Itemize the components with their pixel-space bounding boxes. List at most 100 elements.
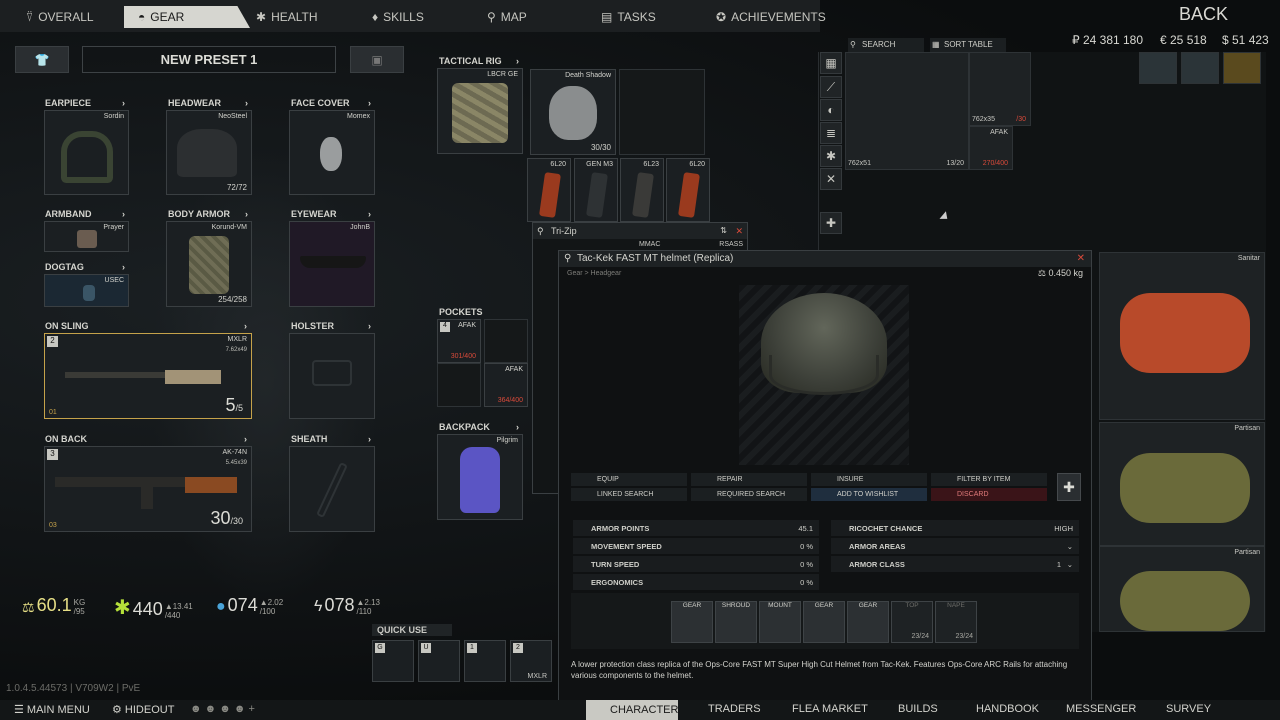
quick-slot-u[interactable]: U bbox=[418, 640, 460, 682]
mod-slot-top[interactable]: TOP 23/24 bbox=[891, 601, 933, 643]
sheath-slot[interactable] bbox=[289, 446, 375, 532]
filter-ammo-icon[interactable]: ≣ bbox=[820, 122, 842, 144]
holster-slot[interactable] bbox=[289, 333, 375, 419]
save-preset-button[interactable]: ▣ bbox=[350, 46, 404, 73]
on-sling-slot[interactable]: 2 MXLR 7.62x49 01 5/5 bbox=[44, 333, 252, 419]
discard-button[interactable]: DISCARD bbox=[931, 488, 1047, 501]
body-armor-slot[interactable]: Korund-VM 254/258 bbox=[166, 221, 252, 307]
mod-slot-gear-3[interactable]: GEAR bbox=[847, 601, 889, 643]
quick-slot-1[interactable]: 1 bbox=[464, 640, 506, 682]
chevron-down-icon[interactable]: ⌄ bbox=[1067, 560, 1073, 569]
rig-item-death-shadow[interactable]: Death Shadow 30/30 bbox=[530, 69, 616, 155]
mod-builder-icon[interactable]: ✚ bbox=[1057, 473, 1081, 501]
filter-barter-icon[interactable]: ✕ bbox=[820, 168, 842, 190]
mod-slot-mount[interactable]: MOUNT bbox=[759, 601, 801, 643]
pocket-1[interactable]: 4 AFAK 301/400 bbox=[437, 319, 481, 363]
sort-icon[interactable]: ⇅ bbox=[720, 223, 727, 239]
knife-placeholder-icon bbox=[316, 462, 348, 518]
prop-armor-class[interactable]: ARMOR CLASS 1 ⌄ bbox=[831, 556, 1079, 572]
tab-tasks[interactable]: ▤ TASKS bbox=[601, 6, 656, 28]
filter-mods-icon[interactable]: ✚ bbox=[820, 212, 842, 234]
armband-image bbox=[77, 230, 97, 248]
dogtag-slot[interactable]: USEC bbox=[44, 274, 129, 307]
stash-item-small-1[interactable] bbox=[1139, 52, 1177, 84]
rig-mag-1[interactable]: 6L20 bbox=[527, 158, 571, 222]
mod-slot-gear-1[interactable]: GEAR bbox=[671, 601, 713, 643]
rifle-magazine-image bbox=[141, 487, 153, 509]
insure-button[interactable]: INSURE bbox=[811, 473, 927, 486]
item-preview[interactable] bbox=[739, 285, 909, 465]
prop-armor-areas[interactable]: ARMOR AREAS ⌄ bbox=[831, 538, 1079, 554]
rifle-wood-stock-image bbox=[185, 477, 237, 493]
pocket-4[interactable]: AFAK 364/400 bbox=[484, 363, 528, 407]
mod-slot-shroud[interactable]: SHROUD bbox=[715, 601, 757, 643]
preset-name[interactable]: NEW PRESET 1 bbox=[82, 46, 336, 73]
messenger-button[interactable]: MESSENGER bbox=[1066, 703, 1136, 715]
gear-screen: ⍢ OVERALL ◓ GEAR ✱ HEALTH ♦ SKILLS ⚲ MAP ▤ TAS… bbox=[0, 0, 1280, 720]
earpiece-slot[interactable]: Sordin bbox=[44, 110, 129, 195]
required-search-button[interactable]: REQUIRED SEARCH bbox=[691, 488, 807, 501]
survey-button[interactable]: SURVEY bbox=[1166, 703, 1211, 715]
traders-button[interactable]: TRADERS bbox=[708, 703, 761, 715]
stash-item-sanitar-bag[interactable]: Sanitar bbox=[1099, 252, 1265, 420]
rig-mag-4[interactable]: 6L20 bbox=[666, 158, 710, 222]
on-back-slot[interactable]: 3 AK-74N 5.45x39 03 30/30 bbox=[44, 446, 252, 532]
close-icon[interactable]: ✕ bbox=[735, 223, 743, 239]
eyewear-slot[interactable]: JohnB bbox=[289, 221, 375, 307]
main-menu-button[interactable]: ☰ MAIN MENU bbox=[14, 703, 90, 716]
add-to-wishlist-button[interactable]: ADD TO WISHLIST bbox=[811, 488, 927, 501]
tab-skills[interactable]: ♦ SKILLS bbox=[372, 6, 424, 28]
tab-overall[interactable]: ⍢ OVERALL bbox=[26, 6, 94, 28]
rig-empty-cell[interactable] bbox=[619, 69, 705, 155]
stash-item-partisan-1[interactable]: Partisan bbox=[1099, 422, 1265, 546]
equip-button[interactable]: EQUIP bbox=[571, 473, 687, 486]
back-button[interactable]: BACK bbox=[1179, 4, 1228, 25]
group-slots[interactable]: ☻ ☻ ☻ ☻ + bbox=[190, 703, 255, 715]
character-button[interactable]: CHARACTER bbox=[586, 700, 678, 720]
body-armor-title: BODY ARMOR › bbox=[168, 209, 248, 219]
armband-slot[interactable]: Prayer bbox=[44, 221, 129, 252]
close-icon[interactable]: ✕ bbox=[1077, 251, 1085, 267]
filter-by-item-button[interactable]: FILTER BY ITEM bbox=[931, 473, 1047, 486]
tab-achievements[interactable]: ✪ ACHIEVEMENTS bbox=[716, 6, 826, 28]
quick-slot-g[interactable]: G bbox=[372, 640, 414, 682]
eyewear-title: EYEWEAR › bbox=[291, 209, 371, 219]
stash-item-small-3[interactable] bbox=[1223, 52, 1261, 84]
mod-slot-gear-2[interactable]: GEAR bbox=[803, 601, 845, 643]
filter-all-icon[interactable]: ▦ bbox=[820, 52, 842, 74]
stash-item-762x35[interactable]: 762x35 /30 bbox=[969, 52, 1031, 126]
filter-weapons-icon[interactable]: ⟋ bbox=[820, 76, 842, 98]
face-cover-slot[interactable]: Momex bbox=[289, 110, 375, 195]
stash-search-button[interactable]: ⚲ SEARCH bbox=[848, 38, 924, 52]
stash-item-partisan-2[interactable]: Partisan bbox=[1099, 546, 1265, 632]
chevron-down-icon[interactable]: ⌄ bbox=[1067, 542, 1073, 551]
tab-gear[interactable]: ◓ GEAR bbox=[124, 6, 250, 28]
tab-map[interactable]: ⚲ MAP bbox=[487, 6, 527, 28]
builds-button[interactable]: BUILDS bbox=[898, 703, 938, 715]
flea-market-button[interactable]: FLEA MARKET bbox=[792, 703, 868, 715]
handbook-button[interactable]: HANDBOOK bbox=[976, 703, 1039, 715]
repair-button[interactable]: REPAIR bbox=[691, 473, 807, 486]
tactical-rig-slot[interactable]: LBCR GE bbox=[437, 68, 523, 154]
headwear-slot[interactable]: NeoSteel 72/72 bbox=[166, 110, 252, 195]
search-icon: ⚲ bbox=[537, 226, 544, 236]
presets-button[interactable]: 👕 bbox=[15, 46, 69, 73]
rig-mag-3[interactable]: 6L23 bbox=[620, 158, 664, 222]
quick-slot-2[interactable]: 2 MXLR bbox=[510, 640, 552, 682]
item-description: A lower protection class replica of the … bbox=[571, 660, 1068, 680]
linked-search-button[interactable]: LINKED SEARCH bbox=[571, 488, 687, 501]
stash-item-762x51[interactable]: 762x51 13/20 bbox=[845, 52, 969, 170]
mod-slot-nape[interactable]: NAPE 23/24 bbox=[935, 601, 977, 643]
hideout-button[interactable]: ⚙ HIDEOUT bbox=[112, 703, 174, 716]
lightning-icon: ϟ bbox=[314, 598, 323, 615]
filter-meds-icon[interactable]: ✱ bbox=[820, 145, 842, 167]
rig-mag-2[interactable]: GEN M3 bbox=[574, 158, 618, 222]
backpack-slot[interactable]: Pilgrim bbox=[437, 434, 523, 520]
sort-table-button[interactable]: ▦ SORT TABLE bbox=[930, 38, 1006, 52]
filter-gear-icon[interactable]: ◐ bbox=[820, 99, 842, 121]
pocket-2[interactable] bbox=[484, 319, 528, 363]
tab-health[interactable]: ✱ HEALTH bbox=[256, 6, 318, 28]
stash-item-afak[interactable]: AFAK 270/400 bbox=[969, 126, 1013, 170]
pocket-3[interactable] bbox=[437, 363, 481, 407]
stash-item-small-2[interactable] bbox=[1181, 52, 1219, 84]
